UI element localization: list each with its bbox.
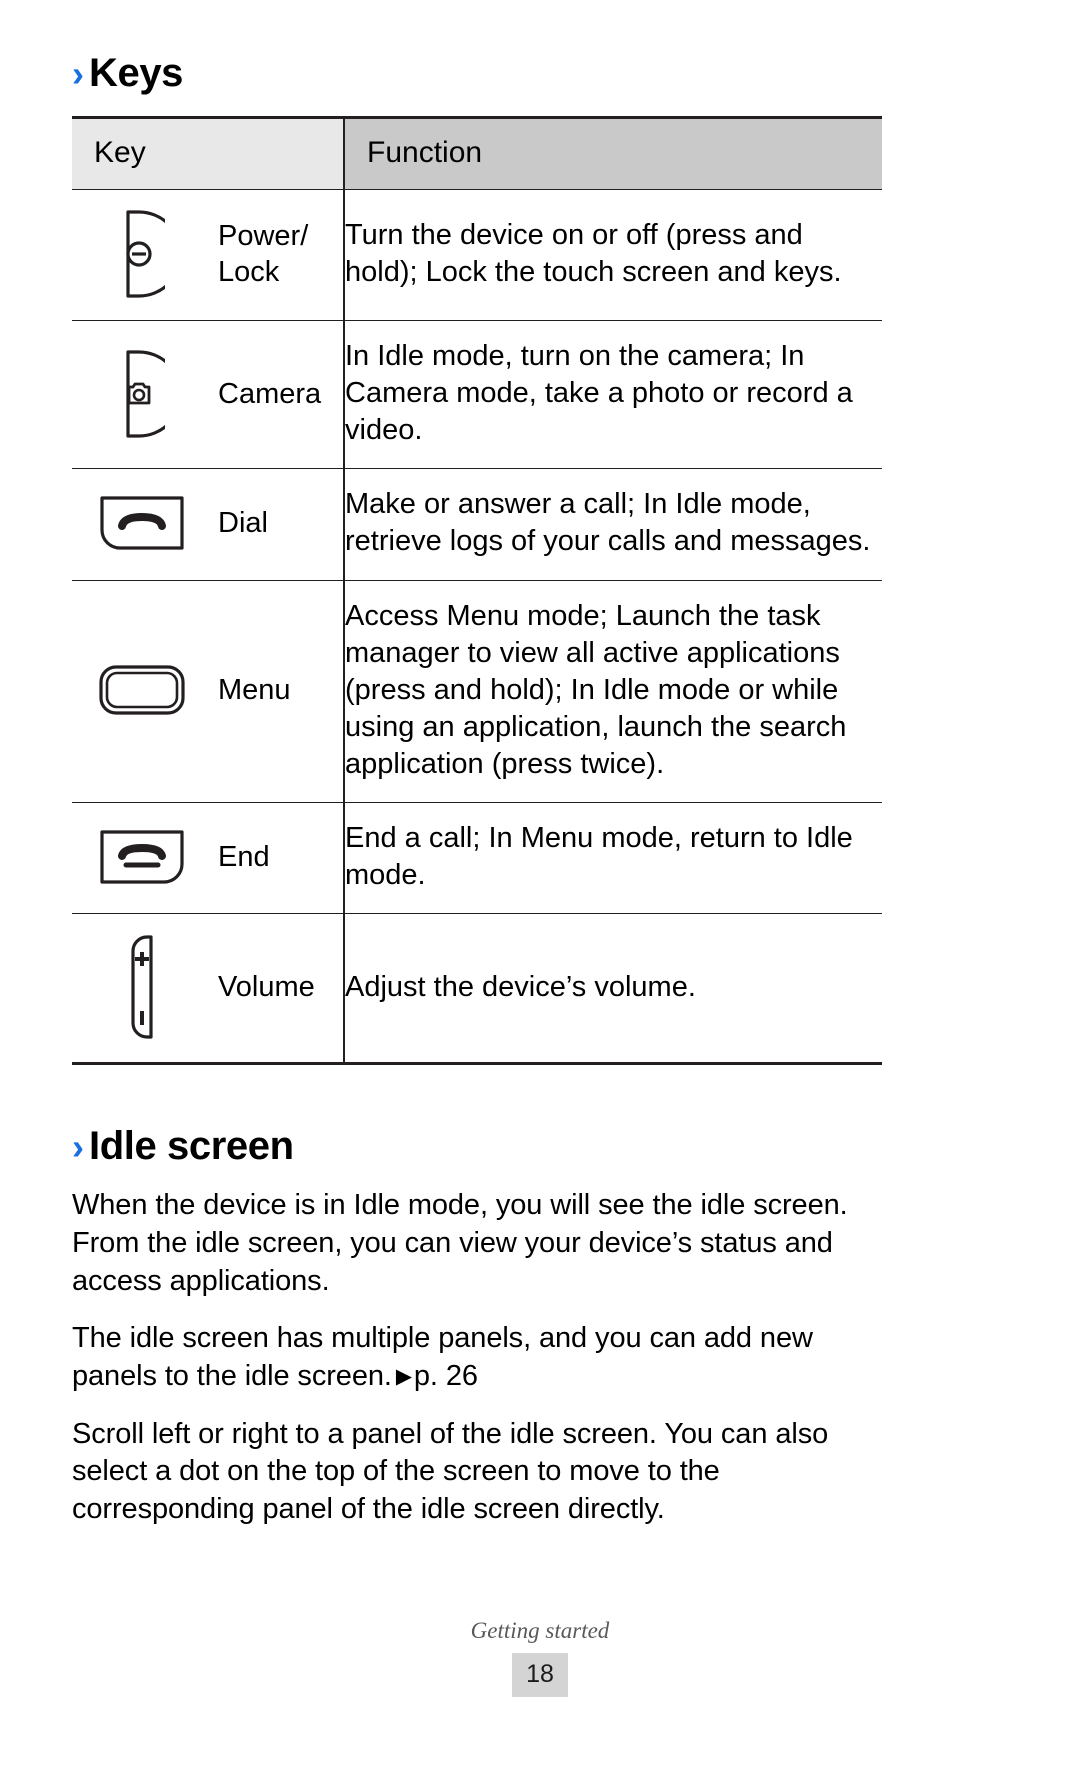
function-cell: Turn the device on or off (press and hol…: [343, 189, 882, 321]
cross-reference-page: p. 26: [413, 1360, 478, 1393]
key-cell: Dial: [72, 468, 344, 581]
idle-paragraph-2: The idle screen has multiple panels, and…: [72, 1320, 892, 1395]
key-label: Volume: [218, 971, 315, 1004]
key-label: Menu: [218, 674, 291, 707]
function-cell: End a call; In Menu mode, return to Idle…: [343, 802, 882, 915]
chevron-right-icon: ›: [72, 1126, 84, 1168]
page-footer: Getting started 18: [0, 1618, 1080, 1697]
chevron-right-icon: ›: [72, 53, 84, 94]
table-row: Camera In Idle mode, turn on the camera;…: [72, 320, 882, 470]
footer-section-title: Getting started: [470, 1618, 610, 1643]
key-label: Power/ Lock: [218, 219, 309, 288]
key-label: End: [218, 841, 270, 874]
power-lock-key-icon: [72, 207, 212, 301]
key-cell: Camera: [72, 320, 344, 470]
key-cell: Menu: [72, 580, 344, 804]
table-row: End End a call; In Menu mode, return to …: [72, 802, 882, 915]
table-row: Menu Access Menu mode; Launch the task m…: [72, 580, 882, 804]
keys-table: Key Function Power/ Lock Turn the device…: [72, 116, 882, 1066]
column-header-function: Function: [343, 116, 882, 190]
key-cell: Power/ Lock: [72, 189, 344, 321]
page-title-idle-screen: › Idle screen: [72, 1125, 1008, 1167]
function-cell: Make or answer a call; In Idle mode, ret…: [343, 468, 882, 581]
volume-key-icon: [72, 931, 212, 1043]
function-cell: Adjust the device’s volume.: [343, 913, 882, 1066]
column-header-key: Key: [72, 116, 344, 190]
key-cell: Volume: [72, 913, 344, 1066]
idle-paragraph-1: When the device is in Idle mode, you wil…: [72, 1189, 848, 1297]
table-row: Volume Adjust the device’s volume.: [72, 913, 882, 1066]
function-cell: Access Menu mode; Launch the task manage…: [343, 580, 882, 804]
heading-text-keys: Keys: [89, 51, 184, 95]
key-label: Dial: [218, 507, 268, 540]
page-title-keys: › Keys: [72, 52, 1008, 94]
table-row: Dial Make or answer a call; In Idle mode…: [72, 468, 882, 581]
idle-paragraph-3: Scroll left or right to a panel of the i…: [72, 1417, 829, 1526]
manual-page: › Keys Key Function Power/ Lock Turn the…: [0, 0, 1080, 1771]
menu-key-icon: [72, 664, 212, 716]
key-cell: End: [72, 802, 344, 915]
function-cell: In Idle mode, turn on the camera; In Cam…: [343, 320, 882, 470]
dial-key-icon: [72, 495, 212, 551]
camera-key-icon: [72, 347, 212, 441]
table-row: Power/ Lock Turn the device on or off (p…: [72, 189, 882, 321]
heading-text-idle-screen: Idle screen: [89, 1124, 294, 1169]
cross-reference-arrow-icon: ▶: [395, 1365, 412, 1389]
end-key-icon: [72, 829, 212, 885]
key-label: Camera: [218, 377, 322, 410]
table-header-row: Key Function: [72, 116, 882, 190]
page-number-badge: 18: [512, 1653, 568, 1697]
